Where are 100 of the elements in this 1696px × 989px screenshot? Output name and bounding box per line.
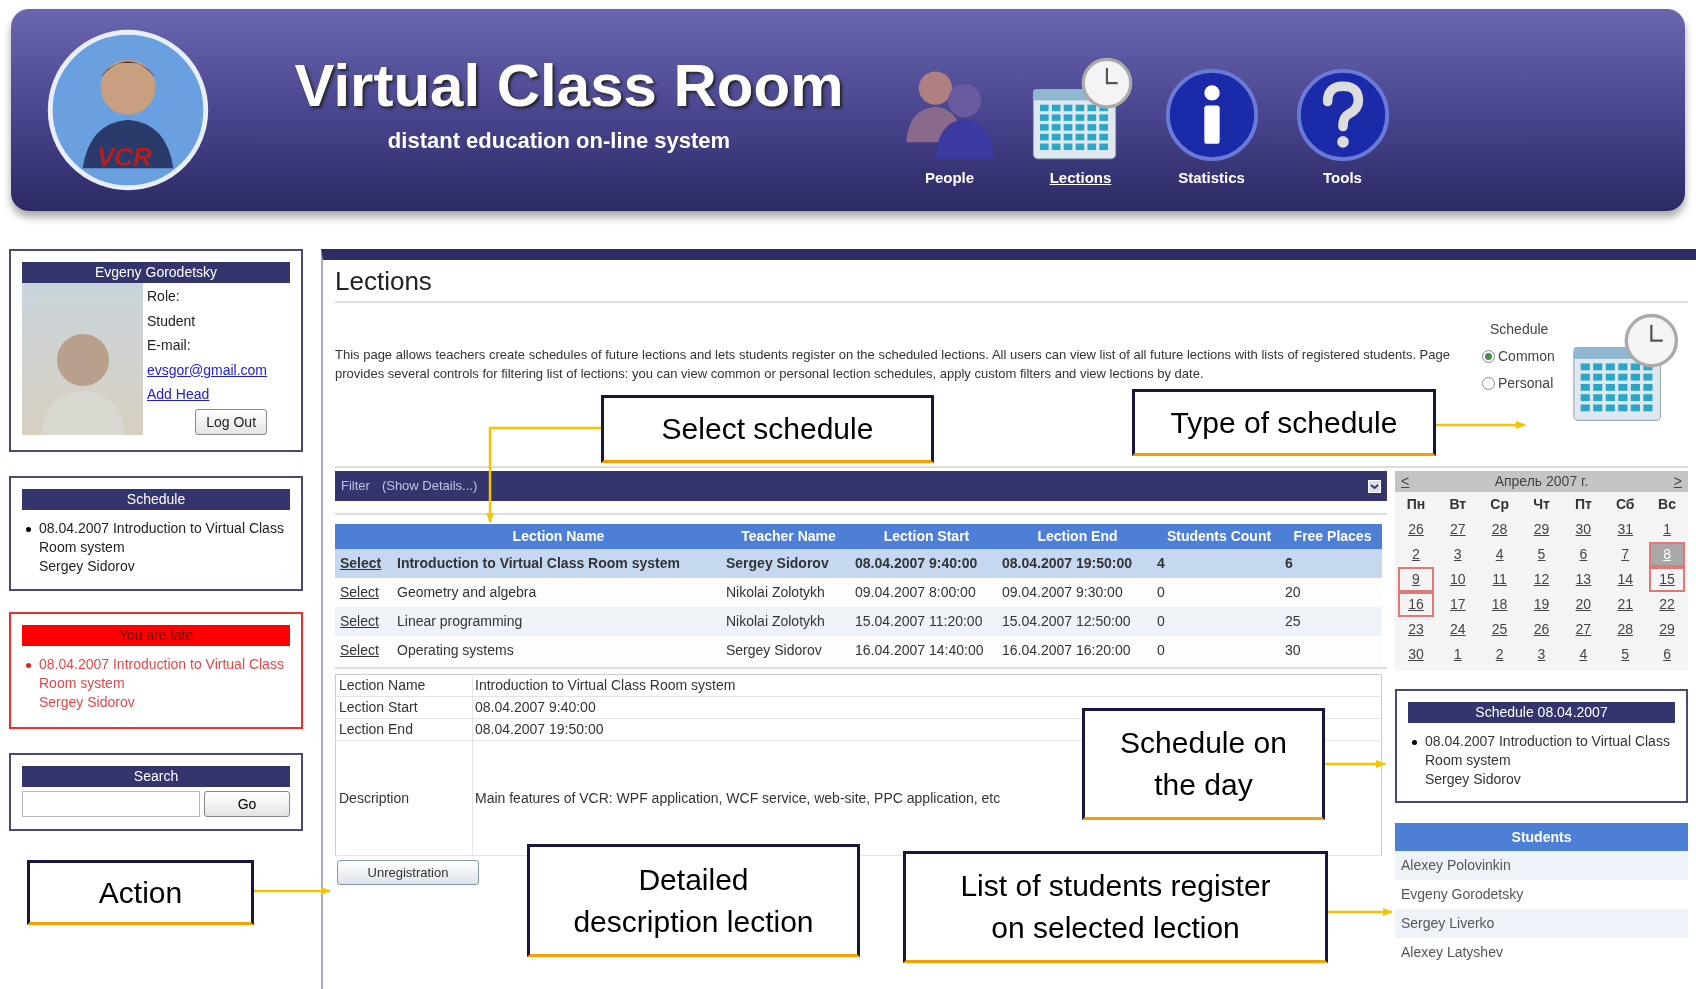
calendar-day[interactable]: 29 bbox=[1523, 517, 1560, 542]
calendar-day[interactable]: 5 bbox=[1607, 642, 1644, 667]
calendar-day[interactable]: 6 bbox=[1649, 642, 1686, 667]
collapse-icon[interactable] bbox=[1368, 479, 1381, 493]
table-cell: 08.04.2007 19:50:00 bbox=[1002, 555, 1132, 571]
table-cell: 6 bbox=[1285, 555, 1293, 571]
calendar-day[interactable]: 5 bbox=[1523, 542, 1560, 567]
role-label: Role: bbox=[147, 287, 180, 306]
email-link[interactable]: evsgor@gmail.com bbox=[147, 357, 268, 382]
page-title: Lections bbox=[335, 260, 1688, 303]
radio-button[interactable]: Common bbox=[1482, 343, 1555, 370]
select-link[interactable]: Select bbox=[340, 642, 379, 658]
nav-link[interactable]: Lections bbox=[1049, 166, 1112, 189]
panel-title: Schedule bbox=[22, 489, 290, 510]
app-subtitle: distant education on-line system bbox=[387, 126, 732, 155]
callout-box: Schedule on the day bbox=[1082, 708, 1325, 820]
calendar-day[interactable]: 2 bbox=[1481, 642, 1518, 667]
calendar-day[interactable]: 31 bbox=[1607, 517, 1644, 542]
calendar-day[interactable]: 22 bbox=[1649, 592, 1686, 617]
calendar-month: Апрель 2007 г. bbox=[1493, 472, 1590, 491]
table-cell: Sergey Sidorov bbox=[726, 642, 822, 658]
table-cell: 15.04.2007 12:50:00 bbox=[1002, 613, 1131, 629]
go-button[interactable]: Go bbox=[204, 791, 290, 817]
calendar-day[interactable]: 4 bbox=[1565, 642, 1602, 667]
prev-month-link[interactable]: < bbox=[1401, 471, 1410, 492]
calendar-day[interactable]: 25 bbox=[1481, 617, 1518, 642]
next-month-link[interactable]: > bbox=[1673, 471, 1682, 492]
column-header: Free Places bbox=[1293, 527, 1372, 546]
radio-button[interactable]: Personal bbox=[1482, 370, 1555, 397]
calendar-day[interactable]: 2 bbox=[1397, 542, 1434, 567]
show-details-link[interactable]: (Show Details...) bbox=[381, 476, 478, 496]
weekday-label: Сб bbox=[1614, 495, 1636, 514]
weekday-label: Пт bbox=[1573, 495, 1593, 514]
panel-title: Search bbox=[22, 766, 290, 787]
calendar-day[interactable]: 27 bbox=[1565, 617, 1602, 642]
calendar-day[interactable]: 13 bbox=[1565, 567, 1602, 592]
calendar-day[interactable]: 9 bbox=[1397, 567, 1434, 592]
calendar-day[interactable]: 4 bbox=[1481, 542, 1518, 567]
select-link[interactable]: Select bbox=[340, 613, 379, 629]
select-link[interactable]: Select bbox=[340, 555, 382, 571]
column-header: Lection End bbox=[1037, 527, 1118, 546]
bullet-icon bbox=[26, 527, 31, 532]
calendar-day[interactable]: 24 bbox=[1439, 617, 1476, 642]
calendar-day[interactable]: 28 bbox=[1481, 517, 1518, 542]
student-row[interactable]: Alexey Polovinkin bbox=[1395, 851, 1688, 880]
calendar-day[interactable]: 1 bbox=[1439, 642, 1476, 667]
table-cell: 25 bbox=[1285, 613, 1301, 629]
callout-box: List of students register on selected lection bbox=[903, 851, 1328, 963]
logout-button[interactable]: Log Out bbox=[195, 408, 268, 435]
detail-value: Introduction to Virtual Class Room system bbox=[475, 677, 736, 693]
calendar-day[interactable]: 26 bbox=[1397, 517, 1434, 542]
calendar-day[interactable]: 17 bbox=[1439, 592, 1476, 617]
calendar-day[interactable]: 30 bbox=[1565, 517, 1602, 542]
calendar-day[interactable]: 3 bbox=[1523, 642, 1560, 667]
help-icon bbox=[1294, 66, 1391, 163]
column-header: Lection Start bbox=[883, 527, 970, 546]
calendar-day[interactable]: 11 bbox=[1481, 567, 1518, 592]
calendar-day[interactable]: 28 bbox=[1607, 617, 1644, 642]
callout-box: Detailed description lection bbox=[527, 844, 860, 957]
detail-value: Main features of VCR: WPF application, WCF service, web-site, PPC application, etc bbox=[475, 789, 1001, 806]
calendar-day[interactable]: 23 bbox=[1397, 617, 1434, 642]
unregistration-button[interactable]: Unregistration bbox=[337, 860, 479, 885]
students-header: Students bbox=[1395, 823, 1688, 851]
student-row[interactable]: Sergey Liverko bbox=[1395, 909, 1688, 938]
calendar-day[interactable]: 18 bbox=[1481, 592, 1518, 617]
nav-link[interactable]: Statistics bbox=[1178, 166, 1245, 189]
calendar-day[interactable]: 19 bbox=[1523, 592, 1560, 617]
calendar-day[interactable]: 15 bbox=[1649, 567, 1686, 592]
table-cell: 09.04.2007 8:00:00 bbox=[855, 584, 976, 600]
calendar-day[interactable]: 12 bbox=[1523, 567, 1560, 592]
calendar-day[interactable]: 10 bbox=[1439, 567, 1476, 592]
calendar-day[interactable]: 27 bbox=[1439, 517, 1476, 542]
calendar-day[interactable]: 16 bbox=[1397, 592, 1434, 617]
calendar-day[interactable]: 21 bbox=[1607, 592, 1644, 617]
table-cell: Operating systems bbox=[397, 642, 514, 658]
calendar-day[interactable]: 3 bbox=[1439, 542, 1476, 567]
table-row[interactable]: Select Linear programming Nikolai Zolotykh 15.04.2007 11:20:00 15.04.2007 12:50:00 0 25 bbox=[335, 607, 1382, 636]
calendar-day[interactable]: 7 bbox=[1607, 542, 1644, 567]
nav-link[interactable]: Tools bbox=[1323, 166, 1362, 189]
column-header: Students Count bbox=[1166, 527, 1272, 546]
calendar-day[interactable]: 20 bbox=[1565, 592, 1602, 617]
calendar-day[interactable]: 26 bbox=[1523, 617, 1560, 642]
filter-label: Filter bbox=[341, 477, 370, 496]
table-cell: 0 bbox=[1157, 584, 1165, 600]
calendar-day[interactable]: 14 bbox=[1607, 567, 1644, 592]
column-header: Lection Name bbox=[512, 527, 605, 546]
callout-box: Select schedule bbox=[601, 395, 934, 463]
nav-link[interactable]: People bbox=[924, 166, 975, 189]
table-cell: 20 bbox=[1285, 584, 1301, 600]
calendar-day[interactable]: 30 bbox=[1397, 642, 1434, 667]
add-head-link[interactable]: Add Head bbox=[147, 382, 210, 407]
search-field[interactable] bbox=[22, 791, 200, 817]
schedule-entry: 08.04.2007 Introduction to Virtual Class Room system Sergey Sidorov bbox=[39, 655, 285, 712]
calendar-day[interactable]: 29 bbox=[1649, 617, 1686, 642]
calendar-day[interactable]: 1 bbox=[1649, 517, 1686, 542]
table-row[interactable]: Select Introduction to Virtual Class Room system Sergey Sidorov 08.04.2007 9:40:00 08.04.2007 19:50:00 4 6 bbox=[335, 549, 1382, 578]
weekday-label: Вс bbox=[1657, 495, 1677, 514]
calendar-day[interactable]: 6 bbox=[1565, 542, 1602, 567]
select-link[interactable]: Select bbox=[340, 584, 379, 600]
detail-label: Lection Start bbox=[335, 696, 473, 719]
